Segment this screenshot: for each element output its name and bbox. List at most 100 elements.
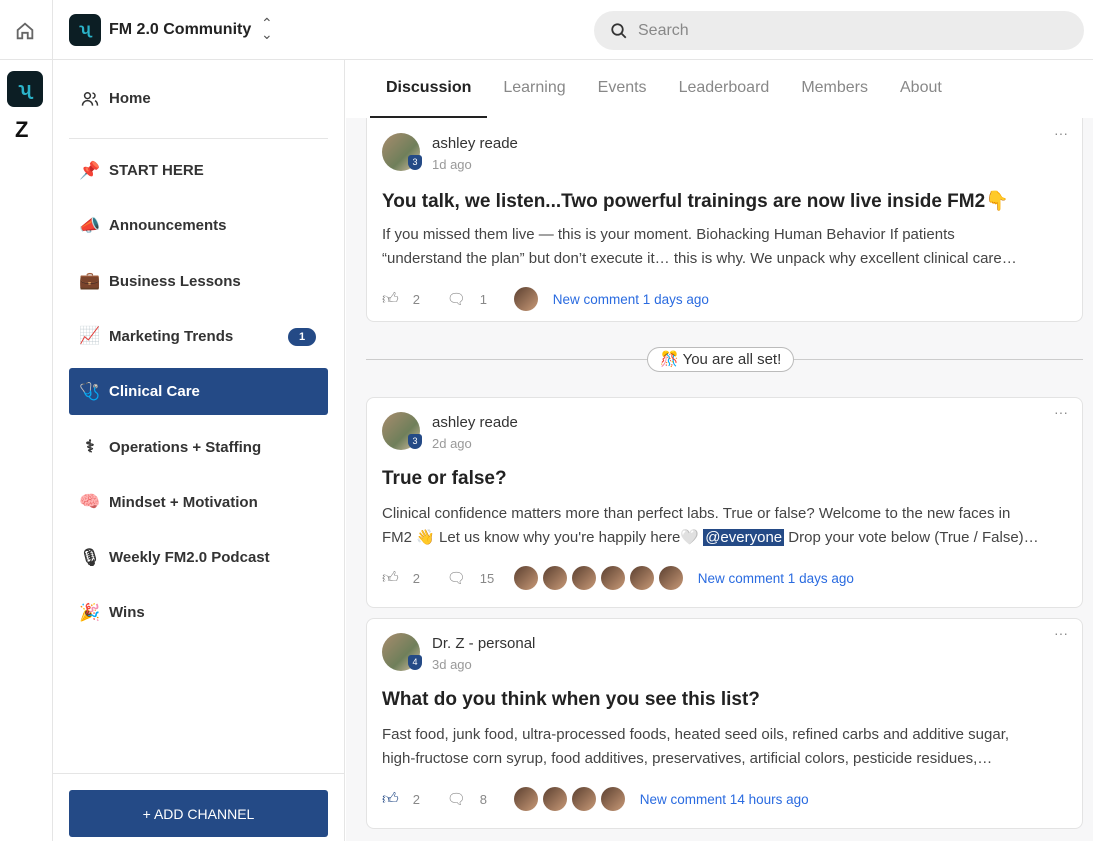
sidebar-item-weekly-fm2-0-podcast[interactable]: 🎙 Weekly FM2.0 Podcast: [69, 534, 328, 581]
excerpt-line: Clinical confidence matters more than pe…: [382, 505, 1011, 522]
post-time: 3d ago: [432, 657, 472, 672]
tab-members[interactable]: Members: [785, 60, 884, 118]
author-name[interactable]: Dr. Z - personal: [432, 635, 535, 652]
sidebar-item-operations-staffing[interactable]: ⚕ Operations + Staffing: [69, 424, 328, 471]
commenter-avatar[interactable]: [513, 566, 538, 590]
comment-icon[interactable]: 🗨︎: [447, 790, 466, 808]
commenter-avatar[interactable]: [571, 787, 596, 811]
sidebar-item-home[interactable]: Home: [69, 75, 328, 122]
commenter-avatar[interactable]: [542, 566, 567, 590]
more-options-icon[interactable]: ···: [1054, 125, 1068, 141]
users-icon: [81, 91, 99, 106]
comment-icon[interactable]: 🗨︎: [447, 290, 466, 308]
sidebar-item-marketing-trends[interactable]: 📈 Marketing Trends 1: [69, 313, 328, 360]
sidebar-item-label: Clinical Care: [109, 383, 200, 401]
sidebar: Home 📌 START HERE 📣 Announcements 💼 Business …: [53, 60, 345, 841]
sidebar-item-label: Business Lessons: [109, 272, 241, 290]
like-icon[interactable]: 👍︎: [382, 290, 399, 309]
community-logo: ʯ: [69, 14, 101, 46]
commenter-avatar[interactable]: [513, 787, 538, 811]
sidebar-item-label: Operations + Staffing: [109, 438, 262, 456]
post-time: 2d ago: [432, 436, 472, 451]
post-title[interactable]: What do you think when you see this list…: [382, 689, 760, 711]
sidebar-item-business-lessons[interactable]: 💼 Business Lessons: [69, 258, 328, 305]
channel-icon: 📌: [79, 160, 101, 180]
excerpt-text: Drop your vote below (True / False)…: [784, 529, 1039, 546]
switch-community-icon[interactable]: ⌃ ⌄: [261, 16, 273, 41]
level-badge: 3: [408, 155, 422, 170]
commenter-avatar[interactable]: [629, 566, 654, 590]
excerpt-line: high-fructose corn syrup, food additives…: [382, 747, 1062, 771]
top-bar: ʯ FM 2.0 Community ⌃ ⌄ Search: [53, 0, 1093, 60]
sidebar-item-label: Weekly FM2.0 Podcast: [109, 549, 270, 567]
tab-bar: Discussion Learning Events Leaderboard Membe…: [346, 60, 1093, 118]
sidebar-item-announcements[interactable]: 📣 Announcements: [69, 202, 328, 249]
commenter-avatar[interactable]: [571, 566, 596, 590]
commenter-avatar[interactable]: [600, 566, 625, 590]
author-name[interactable]: ashley reade: [432, 414, 518, 431]
excerpt-text: FM2 👋 Let us know why you're happily her…: [382, 529, 704, 546]
fm-community-logo[interactable]: ʯ: [7, 71, 43, 107]
level-badge: 3: [408, 434, 422, 449]
z-community-logo[interactable]: Z: [15, 117, 28, 143]
sidebar-item-wins[interactable]: 🎉 Wins: [69, 589, 328, 636]
commenter-avatar[interactable]: [542, 787, 567, 811]
tab-leaderboard[interactable]: Leaderboard: [663, 60, 786, 118]
new-comment-link[interactable]: New comment 14 hours ago: [640, 792, 809, 807]
post-excerpt: Fast food, junk food, ultra-processed fo…: [382, 723, 1062, 771]
commenter-avatar[interactable]: [658, 566, 683, 590]
excerpt-line: Fast food, junk food, ultra-processed fo…: [382, 726, 1010, 743]
home-icon[interactable]: [14, 20, 36, 42]
like-count: 2: [412, 791, 420, 807]
like-count: 2: [412, 570, 420, 586]
sidebar-item-mindset-motivation[interactable]: 🧠 Mindset + Motivation: [69, 479, 328, 526]
tab-discussion[interactable]: Discussion: [370, 60, 488, 118]
sidebar-item-clinical-care[interactable]: 🩺 Clinical Care: [69, 368, 328, 416]
post-title[interactable]: True or false?: [382, 468, 507, 490]
tab-learning[interactable]: Learning: [487, 60, 581, 118]
channel-icon: 🎉: [79, 602, 101, 622]
author-name[interactable]: ashley reade: [432, 135, 518, 152]
commenter-avatar[interactable]: [600, 787, 625, 811]
author-avatar[interactable]: 3: [382, 133, 422, 171]
comment-count: 1: [479, 291, 488, 307]
community-rail: ʯ Z: [0, 0, 53, 841]
sidebar-item-label: START HERE: [109, 162, 204, 179]
excerpt-text: high-fructose corn syrup, food additives…: [382, 750, 993, 767]
channel-icon: ⚕: [85, 437, 95, 456]
all-set-divider-label: 🎊 You are all set!: [647, 347, 795, 372]
excerpt-line: FM2 👋 Let us know why you're happily her…: [382, 526, 1062, 550]
post-time: 1d ago: [432, 157, 472, 172]
community-name[interactable]: FM 2.0 Community: [109, 21, 251, 39]
channel-icon: 📈: [79, 326, 101, 346]
more-options-icon[interactable]: ···: [1054, 404, 1068, 420]
post-card[interactable]: 4 Dr. Z - personal 3d ago ··· What do you th…: [366, 618, 1083, 829]
post-card[interactable]: 3 ashley reade 1d ago ··· You talk, we liste…: [366, 100, 1083, 322]
mention-tag[interactable]: @everyone: [703, 529, 785, 546]
sidebar-item-label: Marketing Trends: [109, 327, 234, 345]
comment-icon[interactable]: 🗨︎: [447, 569, 466, 587]
add-channel-button[interactable]: + ADD CHANNEL: [69, 790, 328, 837]
main-feed: 3 ashley reade 1d ago ··· You talk, we liste…: [346, 60, 1093, 841]
post-title[interactable]: You talk, we listen...Two powerful train…: [382, 189, 1009, 213]
more-options-icon[interactable]: ···: [1054, 625, 1068, 641]
like-icon[interactable]: 👍︎: [382, 569, 399, 588]
new-comment-link[interactable]: New comment 1 days ago: [553, 292, 709, 307]
excerpt-text: “understand the plan” but don’t execute …: [382, 250, 1017, 267]
new-comment-link[interactable]: New comment 1 days ago: [698, 571, 854, 586]
author-avatar[interactable]: 3: [382, 412, 422, 450]
search-input[interactable]: Search: [594, 11, 1084, 50]
commenter-avatar[interactable]: [513, 287, 538, 311]
sidebar-item-label: Home: [109, 90, 151, 107]
like-count: 2: [412, 291, 420, 307]
post-footer: 👍︎ 2 🗨︎ 8 New comment 14 hours ago: [382, 787, 809, 811]
tab-events[interactable]: Events: [582, 60, 663, 118]
channel-icon: 📣: [79, 215, 101, 235]
tab-about[interactable]: About: [884, 60, 958, 118]
sidebar-item-start-here[interactable]: 📌 START HERE: [69, 147, 328, 194]
channel-icon: 🩺: [79, 381, 101, 401]
post-footer: 👍︎ 2 🗨︎ 15 New comment 1 days ago: [382, 566, 854, 590]
like-icon[interactable]: 👍︎: [382, 790, 399, 809]
post-card[interactable]: 3 ashley reade 2d ago ··· True or false? Clin…: [366, 397, 1083, 608]
author-avatar[interactable]: 4: [382, 633, 422, 671]
